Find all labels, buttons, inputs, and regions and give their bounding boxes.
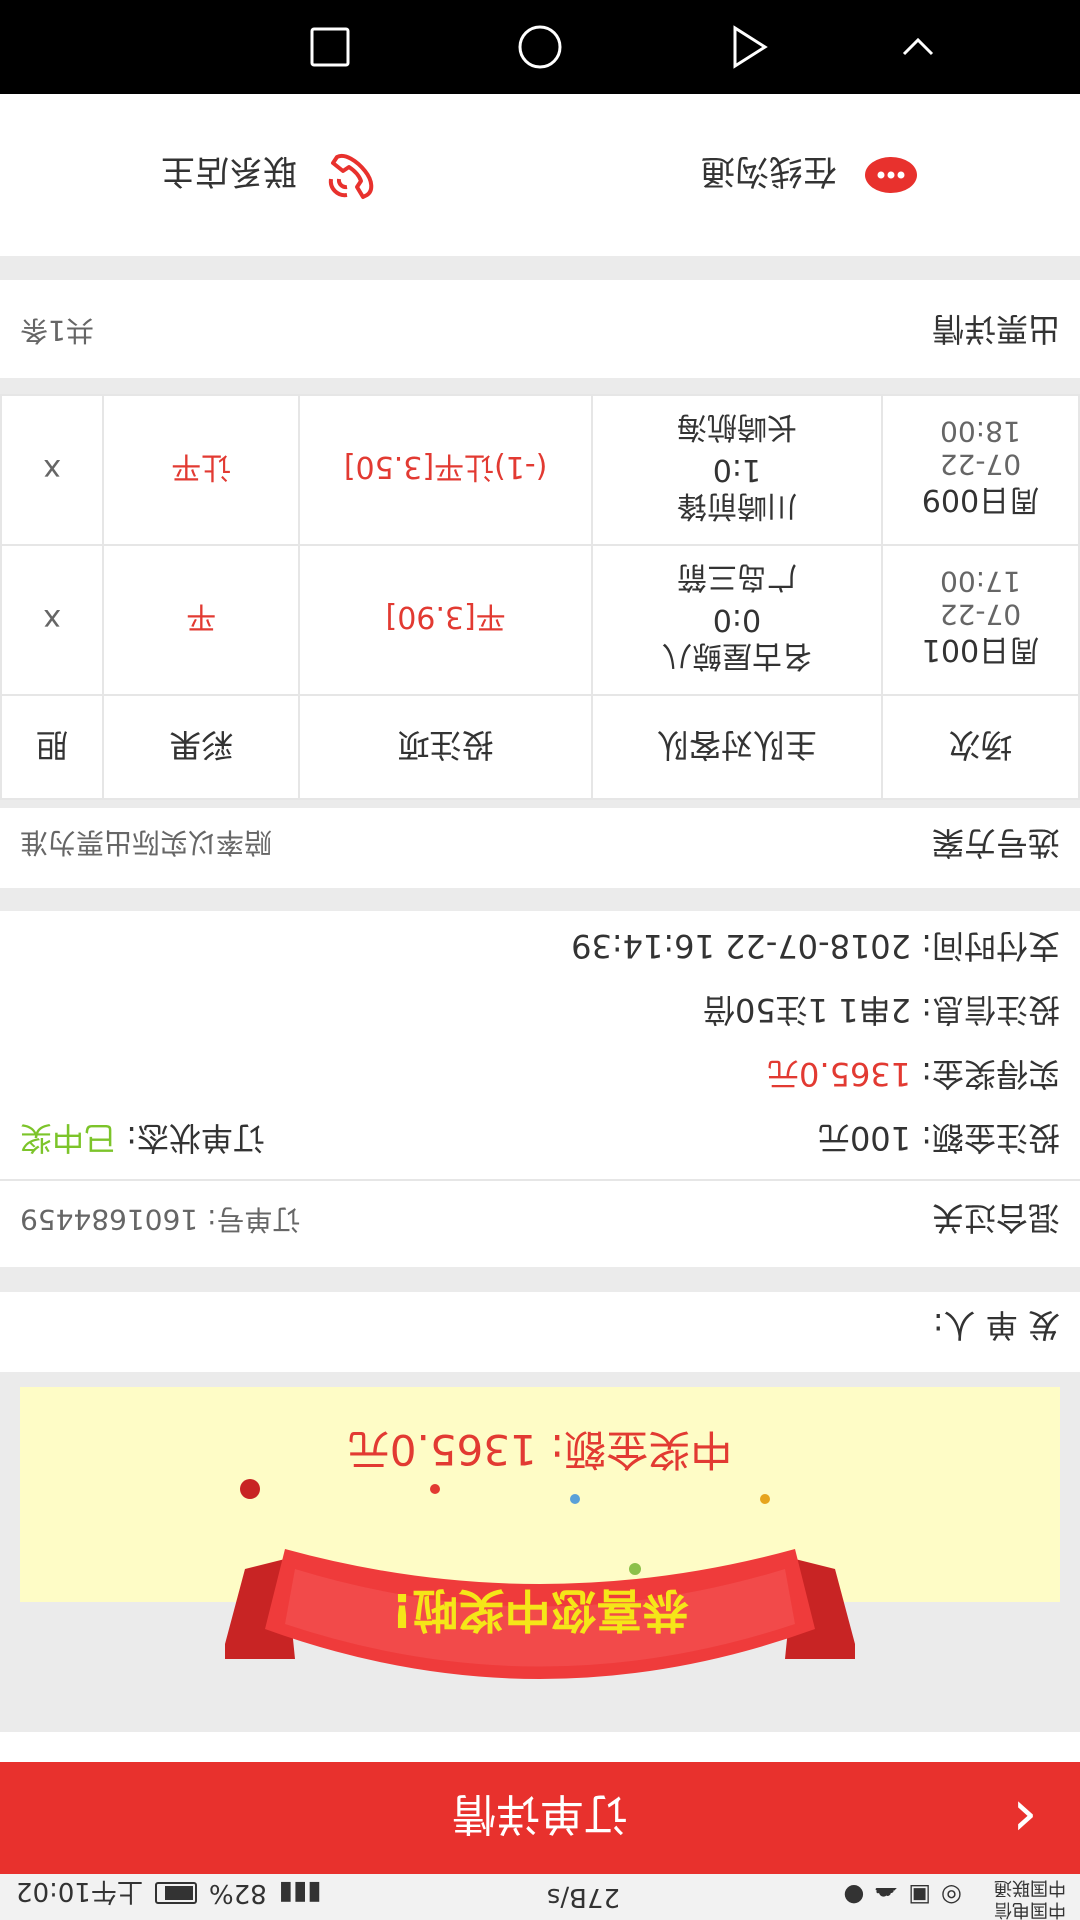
- match-cell: 周日009 07-22 18:00: [881, 395, 1079, 545]
- nav-up-button[interactable]: [868, 0, 968, 94]
- order-header: 混合过关 订单号: 1601684459: [0, 1179, 1080, 1267]
- match-cell: 周日001 07-22 17:00: [881, 545, 1079, 695]
- recents-square-icon: [310, 27, 350, 67]
- winnings-label: 实得奖金:: [911, 1055, 1060, 1093]
- weibo-icon: ◎: [941, 1882, 962, 1910]
- ticket-title: 出票详情: [931, 310, 1060, 348]
- spacer: [0, 280, 1080, 292]
- teams-cell: 名古屋鲸八 0:0 广岛三箭: [592, 545, 882, 695]
- clock: 上午10:02: [16, 1876, 143, 1906]
- bet-amount: 投注金额: 100元: [817, 1119, 1060, 1157]
- away-team: 广岛三箭: [676, 559, 797, 595]
- order-status-label: 订单状态:: [116, 1119, 265, 1157]
- chevron-down-icon: [902, 37, 934, 56]
- score: 1:0: [712, 452, 762, 488]
- contact-owner-label: 联系店主: [161, 151, 297, 192]
- score: 0:0: [712, 602, 762, 638]
- col-dan: 胆: [1, 695, 104, 799]
- col-teams: 主队对客队: [592, 695, 882, 799]
- congrats-ribbon: 恭喜您中奖啦!: [225, 1479, 855, 1679]
- ribbon-text: 恭喜您中奖啦!: [392, 1583, 690, 1637]
- result-cell: 让平: [103, 395, 300, 545]
- online-chat-label: 在线沟通: [701, 151, 837, 192]
- notification-icons: ◎ ▣ ☁ ●: [843, 1882, 962, 1910]
- back-triangle-icon: [733, 25, 768, 69]
- winnings: 实得奖金: 1365.0元: [767, 1053, 1060, 1099]
- match-code: 周日009: [921, 482, 1040, 517]
- battery-percent: 82%: [208, 1878, 267, 1909]
- match-time: 17:00: [940, 565, 1021, 598]
- network-speed: 27B/s: [546, 1882, 620, 1912]
- carrier-info: 中国电信 中国联通: [994, 1876, 1066, 1920]
- chat-icon: ●: [843, 1882, 865, 1910]
- contact-owner-button[interactable]: 联系店主: [0, 94, 540, 256]
- order-number: 订单号: 1601684459: [20, 1203, 301, 1236]
- tabs-peek: [0, 1732, 1080, 1762]
- wechat-icon: ☁: [874, 1882, 899, 1910]
- status-bar: 中国电信 中国联通 ◎ ▣ ☁ ● 27B/s ▮▮▮ 82% 上午10:02: [0, 1874, 1080, 1920]
- page-title: 订单详情: [452, 1788, 628, 1839]
- dan-cell: x: [1, 395, 104, 545]
- order-type: 混合过关: [931, 1199, 1060, 1237]
- issuer-row: 发 单 人:: [0, 1292, 1080, 1372]
- table-row: 周日009 07-22 18:00 川崎前锋 1:0 长崎航海 (-1)让平[3…: [1, 395, 1079, 545]
- signal-icon: ▮▮▮: [278, 1878, 322, 1909]
- pay-time: 支付时间: 2018-07-22 16:14:39: [571, 927, 1060, 965]
- order-details: 投注金额: 100元 订单状态: 已中奖 实得奖金: 1365.0元 投注信息:…: [0, 911, 1080, 1179]
- winnings-value: 1365.0元: [767, 1055, 912, 1093]
- dan-cell: x: [1, 545, 104, 695]
- match-date: 07-22: [939, 448, 1022, 481]
- selection-header: 选号方案 赔率以实际出票为准: [0, 808, 1080, 888]
- ticket-count: 共1条: [20, 314, 94, 347]
- table-row: 周日001 07-22 17:00 名古屋鲸八 0:0 广岛三箭 平[3.90]…: [1, 545, 1079, 695]
- nav-back-button[interactable]: [700, 0, 800, 94]
- battery-icon: [154, 1882, 197, 1905]
- table-header-row: 场次 主队对客队 投注项 彩果 胆: [1, 695, 1079, 799]
- match-date: 07-22: [939, 598, 1022, 631]
- system-nav-bar: [0, 0, 1080, 94]
- col-match: 场次: [881, 695, 1079, 799]
- status-right: ▮▮▮ 82% 上午10:02: [16, 1875, 322, 1912]
- nav-home-button[interactable]: [490, 0, 590, 94]
- bet-cell: 平[3.90]: [299, 545, 593, 695]
- teams-cell: 川崎前锋 1:0 长崎航海: [592, 395, 882, 545]
- phone-icon: [328, 154, 374, 199]
- home-circle-icon: [518, 25, 562, 69]
- contact-bar: 在线沟通 联系店主: [0, 94, 1080, 256]
- match-code: 周日001: [921, 632, 1040, 667]
- bet-info: 投注信息: 2串1 1注50倍: [703, 991, 1060, 1029]
- home-team: 名古屋鲸八: [661, 638, 812, 674]
- bet-cell: (-1)让平[3.50]: [299, 395, 593, 545]
- issuer-label: 发 单 人:: [932, 1306, 1060, 1344]
- online-chat-button[interactable]: 在线沟通: [540, 94, 1080, 256]
- result-cell: 平: [103, 545, 300, 695]
- odds-note: 赔率以实际出票为准: [20, 826, 273, 859]
- selection-table: 场次 主队对客队 投注项 彩果 胆 周日001 07-22 17:00 名古屋鲸…: [0, 394, 1080, 800]
- ticket-details-row[interactable]: 出票详情 共1条: [0, 292, 1080, 378]
- away-team: 长崎航海: [676, 409, 797, 445]
- home-team: 川崎前锋: [676, 488, 797, 524]
- col-result: 彩果: [103, 695, 300, 799]
- nav-recents-button[interactable]: [280, 0, 380, 94]
- order-status: 订单状态: 已中奖: [20, 1117, 265, 1163]
- carrier-1: 中国电信: [994, 1899, 1066, 1920]
- prize-amount: 中奖金额: 1365.0元: [347, 1425, 733, 1475]
- order-status-value: 已中奖: [20, 1119, 117, 1157]
- selection-title: 选号方案: [931, 824, 1060, 862]
- photo-icon: ▣: [908, 1882, 932, 1910]
- match-time: 18:00: [940, 415, 1021, 448]
- chat-bubble-icon: [865, 157, 917, 193]
- col-bet: 投注项: [299, 695, 593, 799]
- carrier-2: 中国联通: [994, 1877, 1066, 1898]
